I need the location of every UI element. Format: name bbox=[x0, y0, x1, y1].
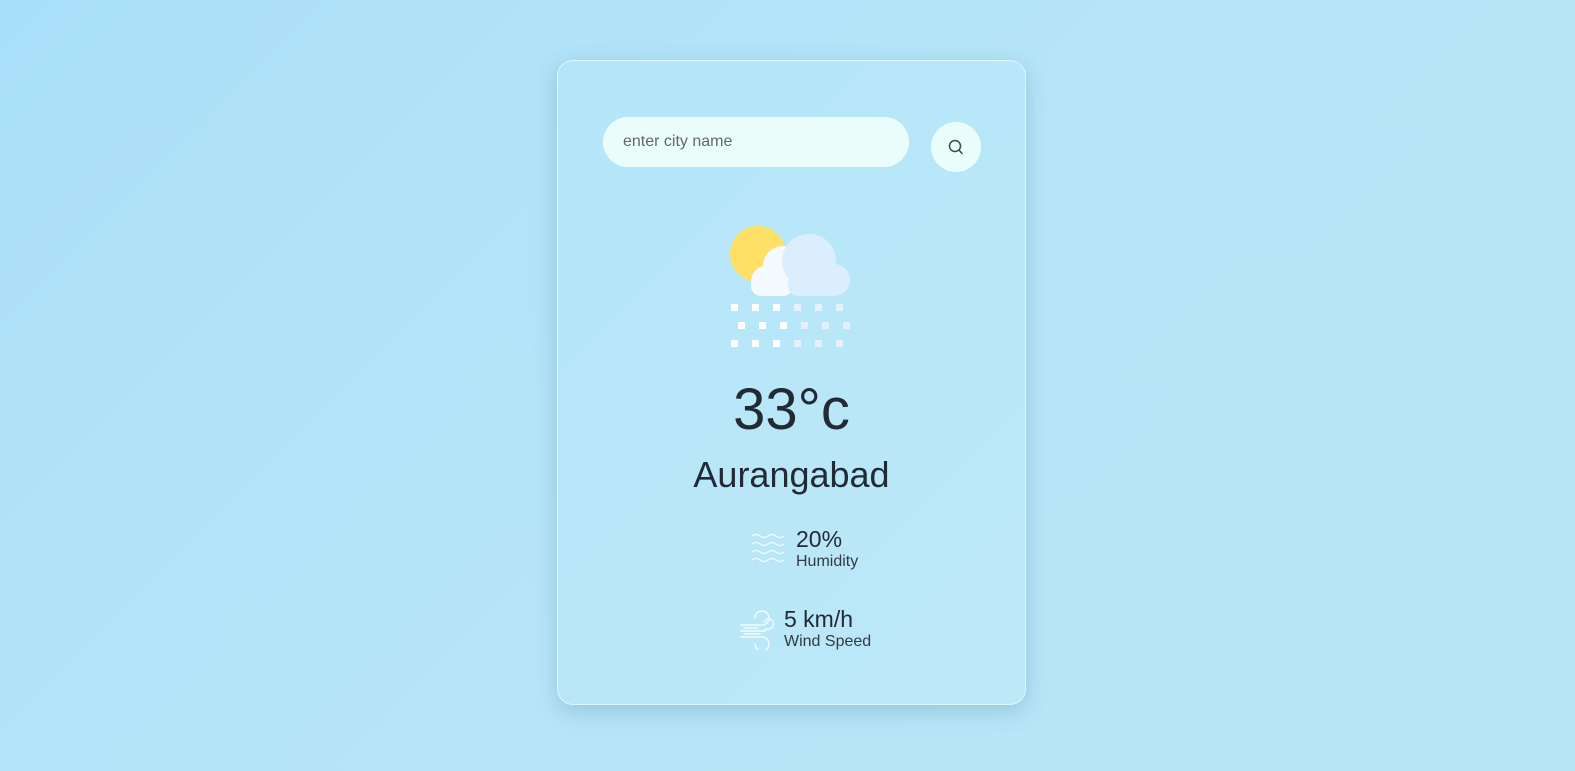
weather-card: 33°c Aurangabad 20% Humidity bbox=[557, 60, 1026, 705]
temperature: 33°c bbox=[733, 377, 850, 442]
wind-detail: 5 km/h Wind Speed bbox=[738, 607, 871, 652]
humidity-label: Humidity bbox=[796, 553, 859, 570]
humidity-value: 20% bbox=[796, 526, 843, 552]
search-input[interactable] bbox=[603, 117, 909, 167]
humidity-waves-icon bbox=[751, 533, 785, 562]
search-button[interactable] bbox=[931, 122, 981, 172]
humidity-detail: 20% Humidity bbox=[750, 527, 858, 572]
search-icon bbox=[948, 139, 963, 155]
wind-speed-label: Wind Speed bbox=[784, 633, 872, 650]
sun-cloud-snow-icon bbox=[730, 226, 850, 347]
wind-icon bbox=[740, 609, 775, 650]
city-name: Aurangabad bbox=[693, 454, 890, 495]
wind-speed-value: 5 km/h bbox=[784, 606, 854, 632]
